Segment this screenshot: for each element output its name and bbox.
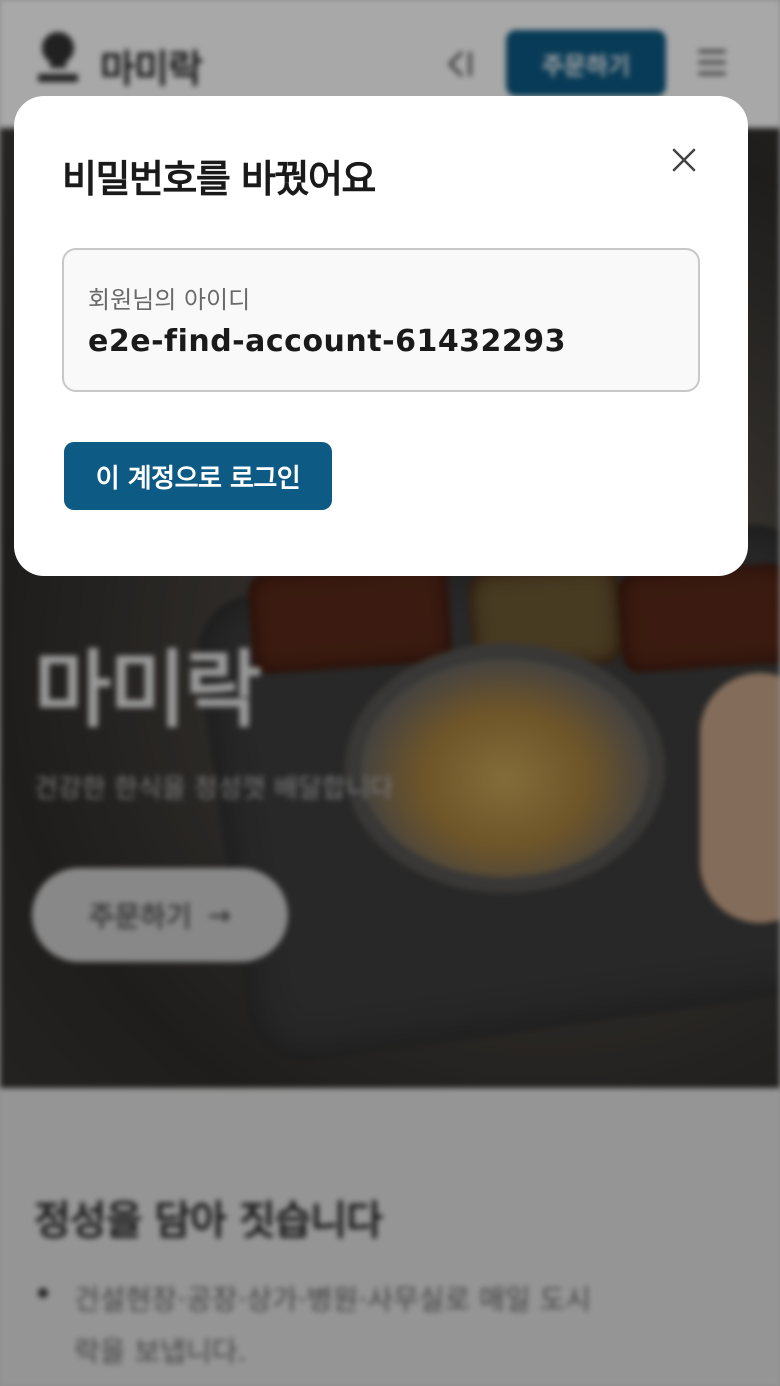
dialog-title: 비밀번호를 바꿨어요 (62, 157, 376, 201)
account-id-label: 회원님의 아이디 (88, 286, 251, 314)
login-with-account-button[interactable]: 이 계정으로 로그인 (64, 442, 332, 510)
close-icon (672, 148, 696, 172)
account-id-value: e2e-find-account-61432293 (88, 324, 567, 359)
close-button[interactable] (666, 142, 702, 178)
password-changed-dialog: 비밀번호를 바꿨어요 회원님의 아이디 e2e-find-account-614… (14, 96, 748, 576)
account-id-box: 회원님의 아이디 e2e-find-account-61432293 (62, 248, 700, 392)
